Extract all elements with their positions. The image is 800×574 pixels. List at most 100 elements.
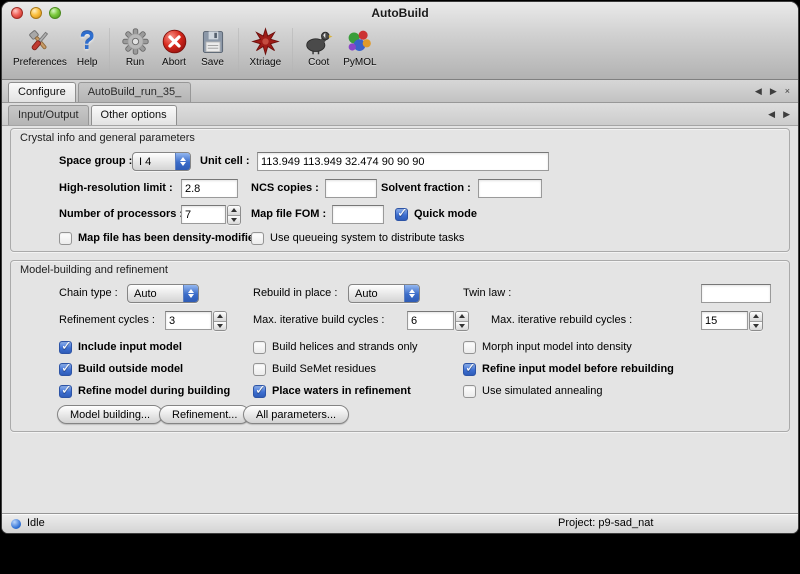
stepper-down-icon[interactable] (456, 322, 468, 331)
unit-cell-label: Unit cell : (200, 152, 250, 171)
simulated-annealing-label: Use simulated annealing (482, 382, 602, 401)
space-group-value: I 4 (133, 156, 175, 168)
build-helices-checkbox[interactable] (253, 341, 266, 354)
tab-input-output[interactable]: Input/Output (8, 105, 89, 125)
queueing-label: Use queueing system to distribute tasks (270, 229, 464, 248)
build-outside-checkbox[interactable] (59, 363, 72, 376)
place-waters-checkbox[interactable] (253, 385, 266, 398)
zoom-window-button[interactable] (49, 7, 61, 19)
build-semet-label: Build SeMet residues (272, 360, 376, 379)
window-title: AutoBuild (371, 6, 428, 20)
quick-mode-label: Quick mode (414, 205, 477, 224)
toolbar-preferences[interactable]: Preferences (8, 25, 72, 69)
stepper-up-icon[interactable] (750, 312, 762, 322)
toolbar-separator (292, 28, 293, 72)
close-window-button[interactable] (11, 7, 23, 19)
all-parameters-button[interactable]: All parameters... (243, 405, 349, 424)
ncs-copies-input[interactable] (325, 179, 377, 198)
pymol-icon (345, 26, 374, 57)
chain-type-select[interactable]: Auto (127, 284, 199, 303)
stepper-up-icon[interactable] (214, 312, 226, 322)
space-group-select[interactable]: I 4 (132, 152, 191, 171)
tab-row-primary: Configure AutoBuild_run_35_ ◀ ▶ × (2, 80, 798, 103)
toolbar-xtriage[interactable]: Xtriage (245, 25, 287, 69)
preferences-icon (25, 26, 54, 57)
include-input-model-checkbox[interactable] (59, 341, 72, 354)
toolbar-help[interactable]: ? Help (72, 25, 103, 69)
run-icon (121, 26, 150, 57)
tab-close-icon[interactable]: × (785, 86, 790, 97)
max-rebuild-cycles-input[interactable] (701, 311, 748, 330)
crystal-info-group: Crystal info and general parameters Spac… (10, 128, 790, 252)
tab-autobuild-run[interactable]: AutoBuild_run_35_ (78, 82, 192, 102)
max-build-cycles-stepper[interactable] (455, 311, 469, 331)
toolbar-pymol[interactable]: PyMOL (338, 25, 381, 69)
twin-law-label: Twin law : (463, 284, 511, 303)
twin-law-input[interactable] (701, 284, 771, 303)
quick-mode-checkbox[interactable] (395, 208, 408, 221)
build-semet-checkbox[interactable] (253, 363, 266, 376)
project-label: Project: p9-sad_nat (558, 517, 653, 529)
toolbar-separator (238, 28, 239, 72)
help-icon: ? (80, 26, 95, 57)
stepper-up-icon[interactable] (456, 312, 468, 322)
status-text: Idle (27, 517, 45, 529)
toolbar-label: Coot (308, 57, 329, 68)
tab-scroll-right-icon[interactable]: ▶ (770, 86, 777, 97)
tab-row-secondary: Input/Output Other options ◀ ▶ (2, 103, 798, 126)
rebuild-in-place-select[interactable]: Auto (348, 284, 420, 303)
tab-scroll-left-icon[interactable]: ◀ (768, 109, 775, 120)
stepper-down-icon[interactable] (228, 216, 240, 225)
toolbar-run[interactable]: Run (116, 25, 155, 69)
solvent-fraction-input[interactable] (478, 179, 542, 198)
status-bar: Idle Project: p9-sad_nat (2, 513, 798, 533)
high-resolution-input[interactable] (181, 179, 238, 198)
toolbar-label: Abort (162, 57, 186, 68)
toolbar-separator (109, 28, 110, 72)
toolbar-coot[interactable]: Coot (299, 25, 338, 69)
toolbar-save[interactable]: Save (194, 25, 232, 69)
refinement-cycles-stepper[interactable] (213, 311, 227, 331)
stepper-down-icon[interactable] (750, 322, 762, 331)
chain-type-value: Auto (128, 288, 183, 300)
autobuild-window: AutoBuild Preferences (2, 2, 798, 533)
build-outside-label: Build outside model (78, 360, 183, 379)
popup-arrows-icon (404, 285, 419, 302)
morph-input-label: Morph input model into density (482, 338, 632, 357)
refine-during-build-checkbox[interactable] (59, 385, 72, 398)
max-build-cycles-label: Max. iterative build cycles : (253, 311, 384, 330)
refine-during-build-label: Refine model during building (78, 382, 230, 401)
map-file-fom-input[interactable] (332, 205, 384, 224)
max-rebuild-cycles-label: Max. iterative rebuild cycles : (491, 311, 632, 330)
refinement-cycles-input[interactable] (165, 311, 212, 330)
title-bar[interactable]: AutoBuild (2, 2, 798, 24)
include-input-model-label: Include input model (78, 338, 182, 357)
tab-scroll-right-icon[interactable]: ▶ (783, 109, 790, 120)
density-modified-label: Map file has been density-modified (78, 229, 261, 248)
unit-cell-input[interactable] (257, 152, 549, 171)
minimize-window-button[interactable] (30, 7, 42, 19)
morph-input-checkbox[interactable] (463, 341, 476, 354)
xtriage-icon (251, 26, 280, 57)
model-building-group: Model-building and refinement Chain type… (10, 260, 790, 432)
refine-before-rebuild-checkbox[interactable] (463, 363, 476, 376)
tab-other-options[interactable]: Other options (91, 105, 177, 125)
tab-scroll-left-icon[interactable]: ◀ (755, 86, 762, 97)
model-group-title: Model-building and refinement (20, 264, 168, 276)
ncs-copies-label: NCS copies : (251, 179, 319, 198)
queueing-checkbox[interactable] (251, 232, 264, 245)
model-building-button[interactable]: Model building... (57, 405, 163, 424)
processors-input[interactable] (181, 205, 226, 224)
processors-label: Number of processors : (59, 205, 183, 224)
processors-stepper[interactable] (227, 205, 241, 225)
stepper-down-icon[interactable] (214, 322, 226, 331)
tab-configure[interactable]: Configure (8, 82, 76, 102)
stepper-up-icon[interactable] (228, 206, 240, 216)
density-modified-checkbox[interactable] (59, 232, 72, 245)
toolbar-abort[interactable]: Abort (155, 25, 194, 69)
max-rebuild-cycles-stepper[interactable] (749, 311, 763, 331)
chain-type-label: Chain type : (59, 284, 118, 303)
simulated-annealing-checkbox[interactable] (463, 385, 476, 398)
refinement-button[interactable]: Refinement... (159, 405, 250, 424)
max-build-cycles-input[interactable] (407, 311, 454, 330)
